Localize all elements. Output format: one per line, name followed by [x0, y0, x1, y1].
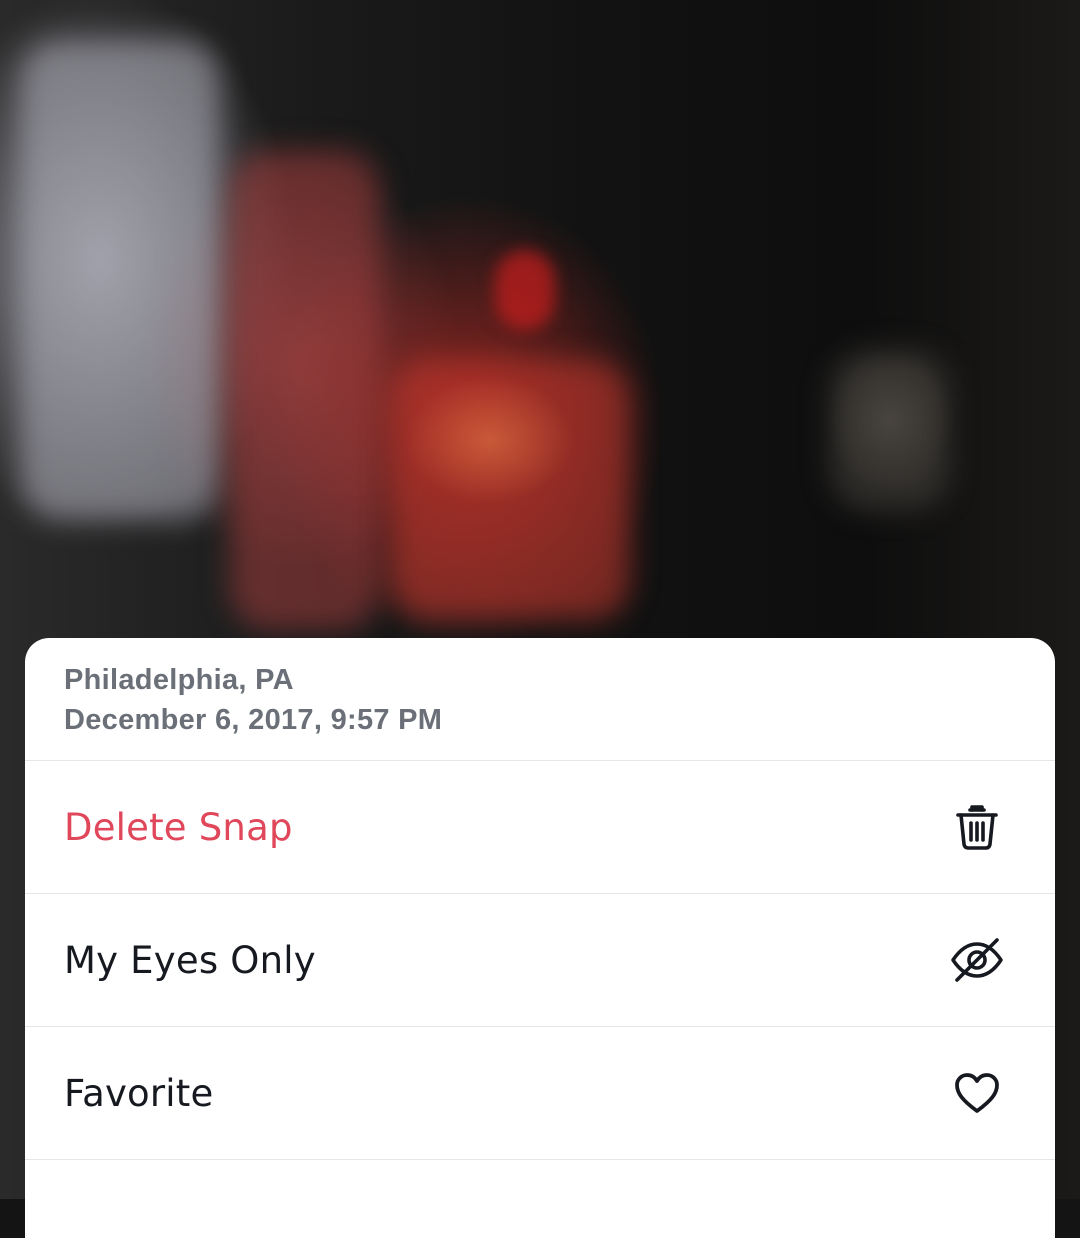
delete-snap-label: Delete Snap: [64, 805, 293, 849]
snap-action-sheet: Philadelphia, PA December 6, 2017, 9:57 …: [25, 638, 1055, 1238]
next-action-row[interactable]: [25, 1160, 1055, 1238]
photo-blur-red-glow: [390, 360, 630, 620]
photo-blur-dark-object: [830, 350, 950, 510]
favorite-button[interactable]: Favorite: [25, 1027, 1055, 1160]
eye-slash-icon: [949, 932, 1005, 988]
trash-icon: [949, 799, 1005, 855]
heart-outline-icon: [949, 1065, 1005, 1121]
snap-timestamp: December 6, 2017, 9:57 PM: [64, 704, 443, 736]
my-eyes-only-button[interactable]: My Eyes Only: [25, 894, 1055, 1027]
snap-metadata: Philadelphia, PA December 6, 2017, 9:57 …: [25, 638, 1055, 761]
favorite-label: Favorite: [64, 1071, 214, 1115]
my-eyes-only-label: My Eyes Only: [64, 938, 316, 982]
photo-blur-red-object: [230, 150, 380, 630]
photo-blur-light: [20, 40, 220, 520]
snap-location: Philadelphia, PA: [64, 664, 294, 696]
delete-snap-button[interactable]: Delete Snap: [25, 761, 1055, 894]
photo-blur-red-mark: [495, 250, 555, 330]
